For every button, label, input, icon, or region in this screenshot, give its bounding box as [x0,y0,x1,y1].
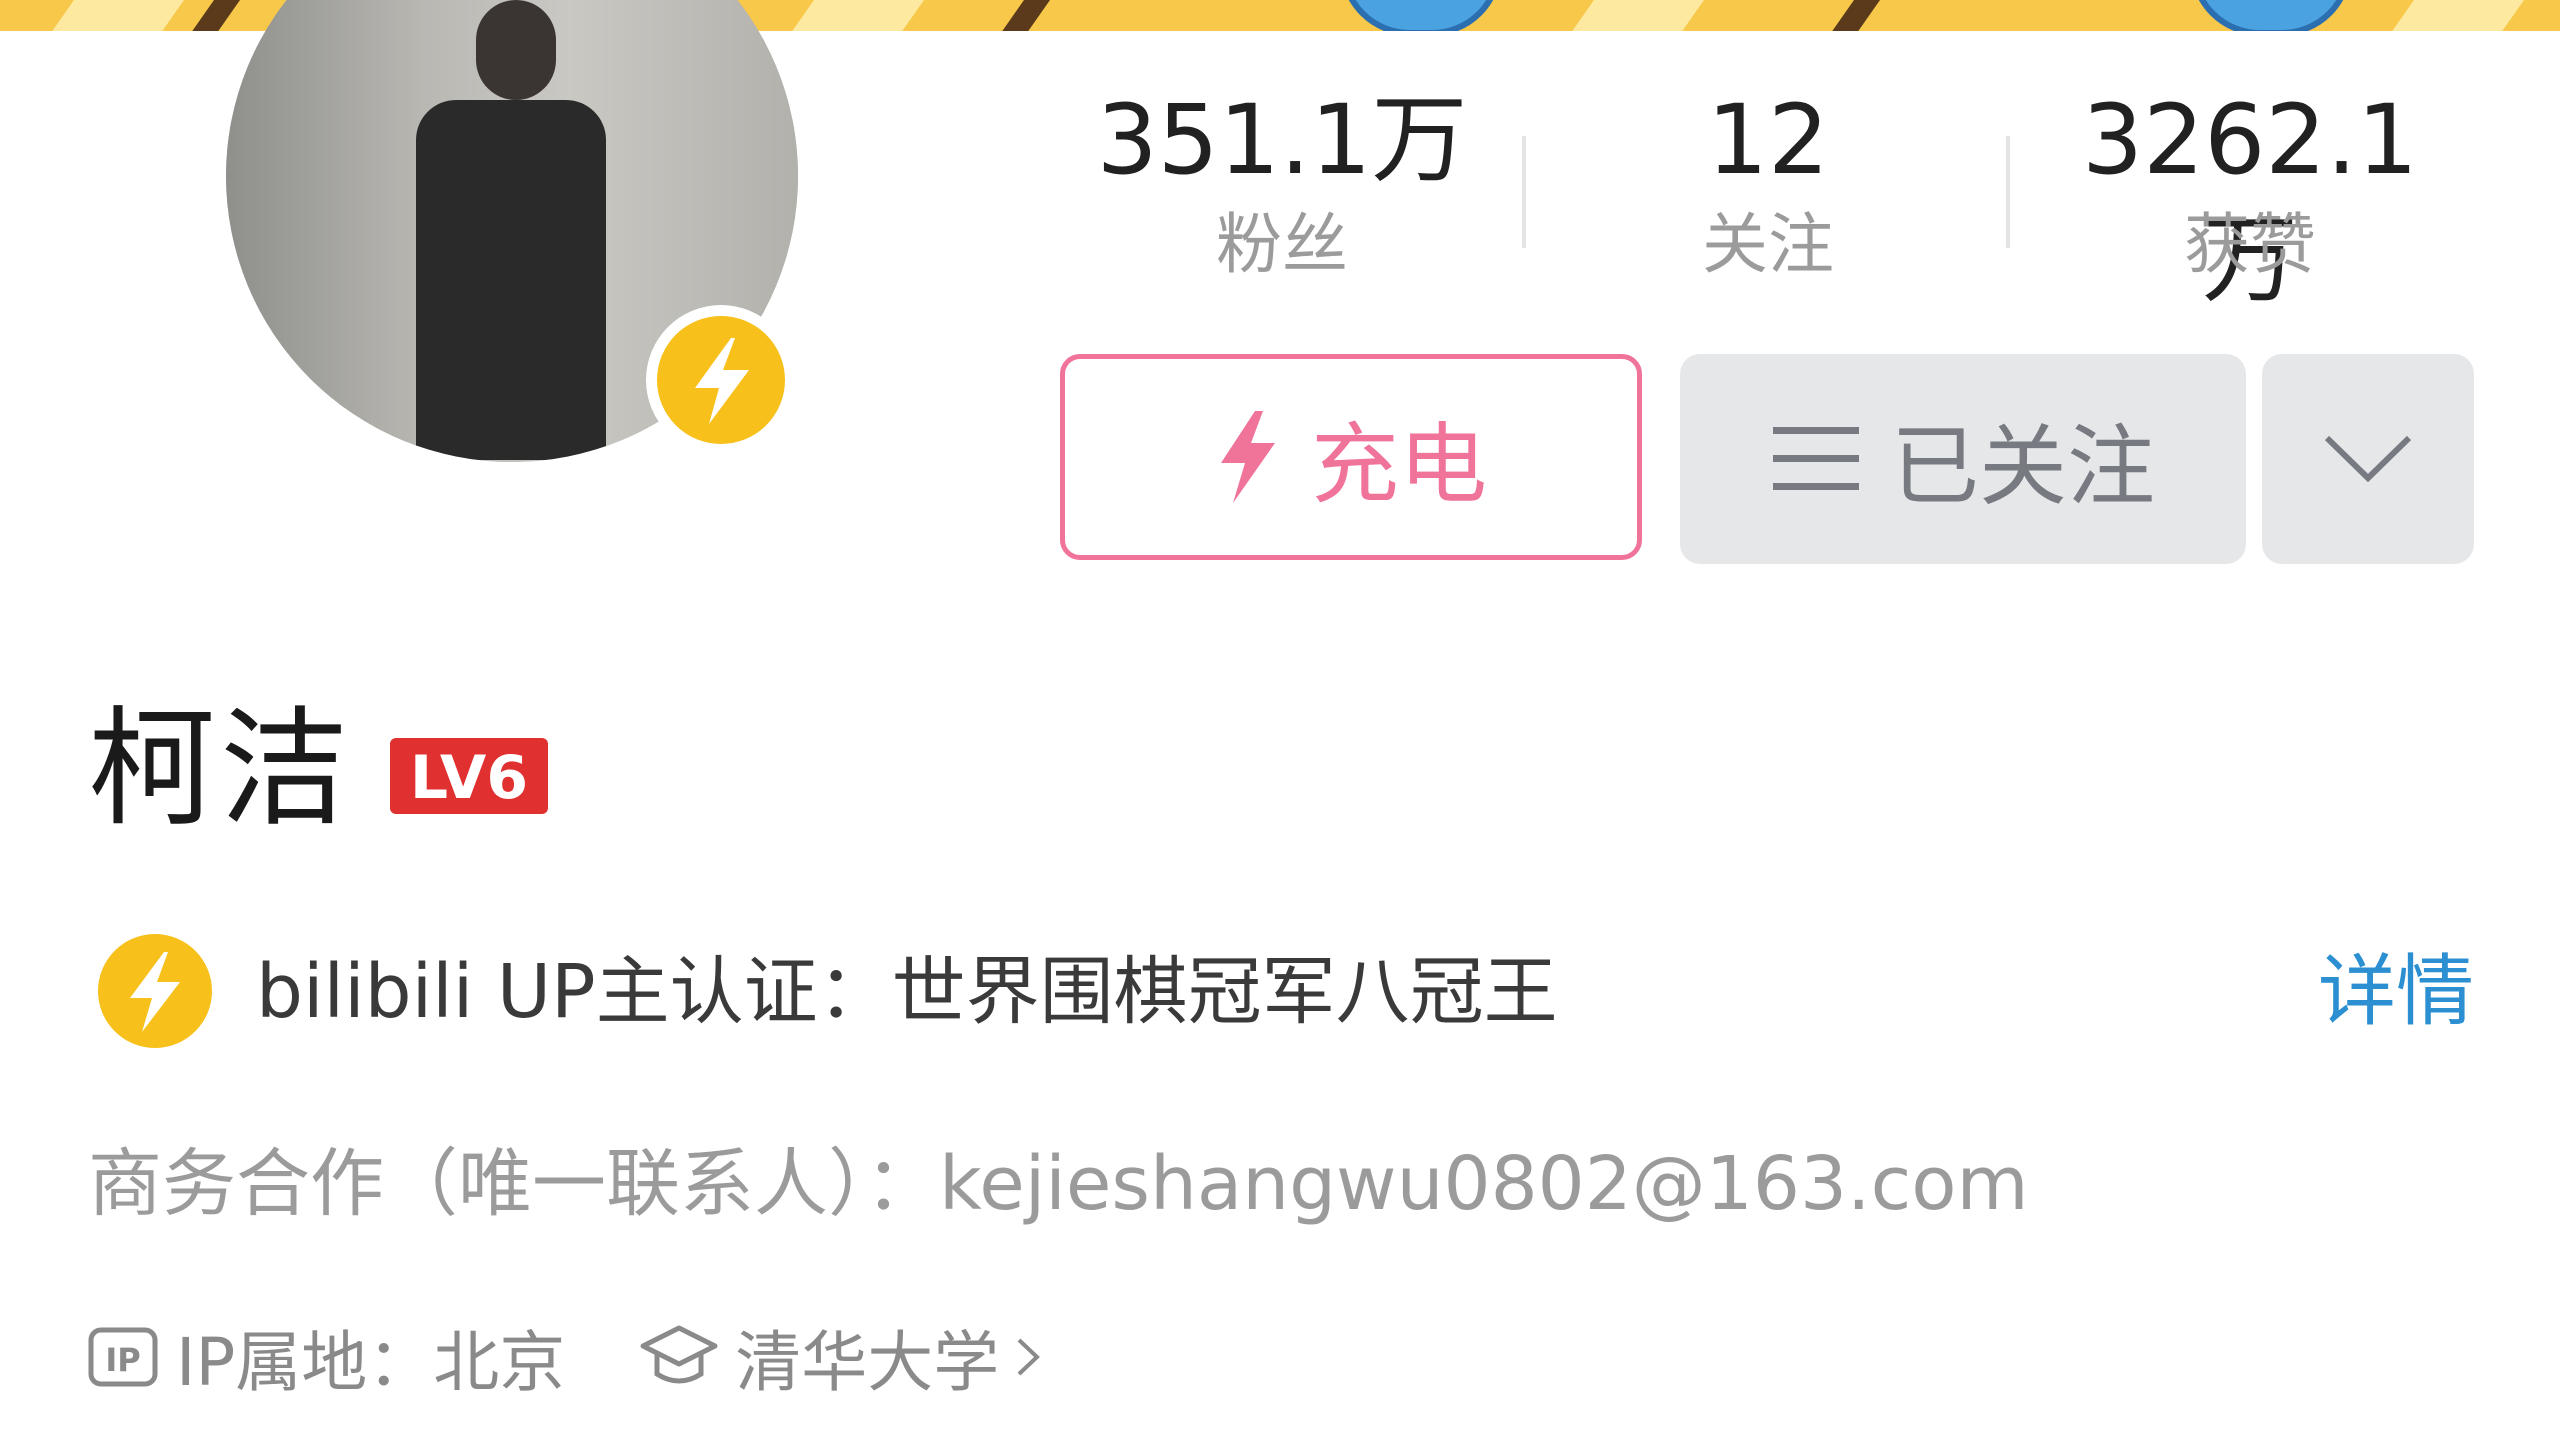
stat-following-label: 关注 [1702,206,1834,283]
stat-likes-label: 获赞 [2184,206,2316,283]
ip-icon: IP [88,1327,158,1387]
charge-button-label: 充电 [1310,412,1487,516]
lightning-icon [1220,411,1275,503]
stat-fans-label: 粉丝 [1216,206,1348,283]
charge-button[interactable]: 充电 [1060,354,1642,560]
chevron-down-icon [2324,435,2412,483]
lightning-icon [98,934,212,1048]
stat-following[interactable]: 12 关注 [1568,80,1968,290]
stat-divider [2006,136,2010,248]
lightning-icon [695,338,749,424]
graduation-cap-icon [640,1325,718,1384]
stat-likes-value: 3262.1万 [2082,84,2418,316]
school-link[interactable]: 清华大学 [735,1309,999,1405]
more-options-button[interactable] [2262,354,2474,564]
profile-page: 351.1万 粉丝 12 关注 3262.1万 获赞 充电 已关注 柯洁 LV6 [0,0,2560,1440]
ip-location: IP属地：北京 [176,1324,566,1401]
chevron-right-icon [1017,1338,1041,1376]
svg-text:IP: IP [105,1341,140,1379]
user-name: 柯洁 [88,695,353,844]
menu-icon [1772,427,1859,490]
stat-likes[interactable]: 3262.1万 获赞 [2050,80,2450,316]
follow-button[interactable]: 已关注 [1680,354,2246,564]
stat-fans[interactable]: 351.1万 粉丝 [1082,80,1482,290]
level-badge: LV6 [390,738,548,814]
level-badge-text: LV6 [410,743,528,813]
stat-following-value: 12 [1706,84,1830,196]
stat-fans-value: 351.1万 [1096,84,1468,196]
certification-text: bilibili UP主认证：世界围棋冠军八冠王 [256,949,1558,1035]
verified-badge [646,305,796,455]
business-contact: 商务合作（唯一联系人）：kejieshangwu0802@163.com [88,1141,2029,1227]
stat-divider [1522,136,1526,248]
follow-button-label: 已关注 [1890,414,2155,518]
profile-meta-row: IP IP属地：北京 清华大学 [88,1312,1043,1402]
certification-detail-link[interactable]: 详情 [2318,942,2474,1042]
